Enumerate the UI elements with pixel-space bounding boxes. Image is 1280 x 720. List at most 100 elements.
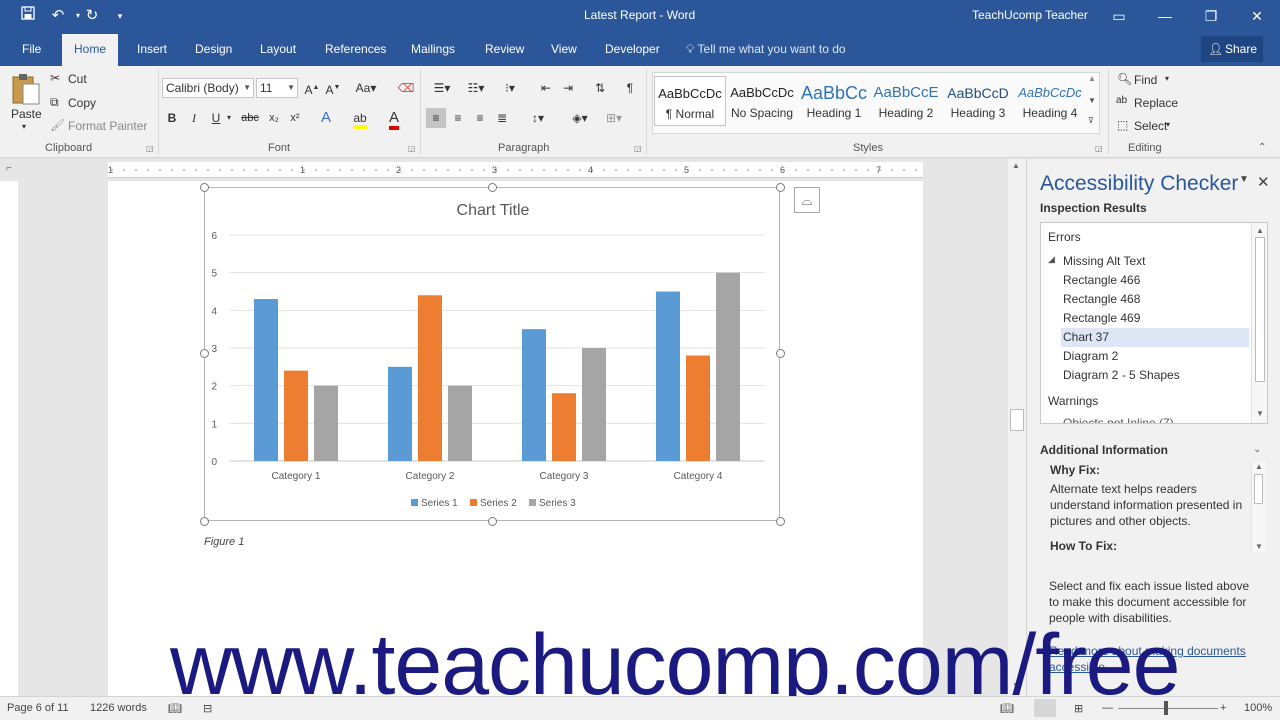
underline-dropdown-icon[interactable]: ▾ — [224, 108, 234, 128]
clipboard-launcher-icon[interactable]: ◲ — [146, 144, 154, 153]
change-case-icon[interactable]: Aa▾ — [352, 78, 380, 98]
save-icon[interactable] — [16, 4, 40, 28]
tab-review[interactable]: Review — [485, 42, 524, 56]
list-item[interactable]: Rectangle 466 — [1063, 273, 1140, 287]
copy-button[interactable]: Copy — [68, 96, 96, 110]
user-name[interactable]: TeachUcomp Teacher — [972, 8, 1088, 22]
paragraph-launcher-icon[interactable]: ◲ — [634, 144, 642, 153]
redo-icon[interactable]: ↻ — [80, 4, 104, 28]
list-item[interactable]: Rectangle 468 — [1063, 292, 1140, 306]
vertical-scrollbar[interactable]: ▲ ▼ — [1008, 159, 1026, 696]
find-dropdown-icon[interactable]: ▾ — [1165, 74, 1169, 83]
horizontal-ruler[interactable]: 1 1 2 3 4 5 6 7 — [108, 162, 923, 178]
strikethrough-icon[interactable]: abc — [240, 108, 260, 128]
list-item-selected[interactable]: Chart 37 — [1061, 328, 1249, 347]
macro-record-icon[interactable]: ⊟ — [203, 702, 212, 715]
scroll-thumb[interactable] — [1010, 409, 1024, 431]
borders-icon[interactable]: ⊞▾ — [600, 108, 628, 128]
tab-design[interactable]: Design — [195, 42, 232, 56]
resize-handle[interactable] — [200, 183, 209, 192]
list-item-partial[interactable]: Objects not Inline (7) — [1063, 416, 1174, 423]
collapse-ribbon-icon[interactable]: ⌃ — [1258, 142, 1266, 153]
proofing-icon[interactable]: 📖︎ — [168, 702, 182, 715]
scroll-up-icon[interactable]: ▲ — [1255, 462, 1263, 471]
ribbon-display-icon[interactable]: ▭ — [1096, 0, 1142, 32]
figure-caption[interactable]: Figure 1 — [204, 536, 244, 548]
resize-handle[interactable] — [488, 183, 497, 192]
scroll-down-icon[interactable]: ▼ — [1256, 409, 1264, 418]
resize-handle[interactable] — [200, 349, 209, 358]
scroll-up-icon[interactable]: ▲ — [1012, 161, 1020, 170]
vertical-ruler[interactable] — [0, 181, 18, 696]
collapse-triangle-icon[interactable]: ◢ — [1048, 254, 1055, 265]
style-heading-1[interactable]: AaBbCc Heading 1 — [798, 76, 870, 126]
multilevel-list-icon[interactable]: ⁝▾ — [496, 78, 524, 98]
align-right-icon[interactable]: ≡ — [470, 108, 490, 128]
subscript-icon[interactable]: x₂ — [264, 108, 284, 128]
info-scrollbar[interactable]: ▲ ▼ — [1251, 462, 1265, 552]
font-launcher-icon[interactable]: ◲ — [408, 144, 416, 153]
chevron-down-icon[interactable]: ⌄ — [1253, 444, 1261, 455]
scroll-down-icon[interactable]: ▼ — [1255, 542, 1263, 551]
highlight-icon[interactable]: ab — [350, 108, 370, 129]
minimize-button[interactable]: — — [1142, 0, 1188, 32]
styles-scroll-up-icon[interactable]: ▲ — [1088, 74, 1096, 83]
zoom-out-icon[interactable]: — — [1102, 702, 1113, 714]
zoom-slider-thumb[interactable] — [1164, 701, 1168, 715]
increase-indent-icon[interactable]: ⇥ — [558, 78, 578, 98]
paste-button[interactable]: Paste — [11, 107, 42, 121]
shading-icon[interactable]: ◈▾ — [566, 108, 594, 128]
list-item[interactable]: Rectangle 469 — [1063, 311, 1140, 325]
resize-handle[interactable] — [776, 183, 785, 192]
styles-more-icon[interactable]: ⊽ — [1088, 116, 1094, 125]
clear-formatting-icon[interactable]: ⌫ — [396, 78, 416, 98]
find-button[interactable]: Find — [1134, 73, 1157, 87]
select-dropdown-icon[interactable]: ▾ — [1166, 120, 1170, 129]
align-left-icon[interactable]: ≡ — [426, 108, 446, 128]
tab-references[interactable]: References — [325, 42, 386, 56]
chart-svg[interactable]: Chart Title 0 1 2 3 4 5 6 Category 1 Category 2 Ca… — [205, 188, 781, 522]
resize-handle[interactable] — [200, 517, 209, 526]
tab-file[interactable]: File — [22, 42, 41, 56]
resize-handle[interactable] — [776, 517, 785, 526]
results-scrollbar[interactable]: ▲ ▼ — [1251, 223, 1267, 423]
bullets-icon[interactable]: ☰▾ — [428, 78, 456, 98]
missing-alt-text-group[interactable]: Missing Alt Text — [1063, 254, 1145, 268]
styles-scroll-down-icon[interactable]: ▼ — [1088, 96, 1096, 105]
resize-handle[interactable] — [776, 349, 785, 358]
underline-icon[interactable]: U — [206, 108, 226, 128]
close-button[interactable]: ✕ — [1234, 0, 1280, 32]
font-size-combo[interactable]: 11 ▼ — [256, 78, 298, 98]
scroll-thumb[interactable] — [1254, 474, 1263, 504]
shrink-font-icon[interactable]: A▼ — [323, 78, 343, 98]
tell-me-search[interactable]: 💡︎ Tell me what you want to do — [686, 42, 846, 57]
pane-close-icon[interactable]: ✕ — [1257, 173, 1270, 191]
style-heading-4[interactable]: AaBbCcDc Heading 4 — [1014, 76, 1086, 126]
line-spacing-icon[interactable]: ↕▾ — [524, 108, 552, 128]
print-layout-icon[interactable] — [1034, 699, 1056, 717]
web-layout-icon[interactable]: ⊞ — [1074, 702, 1083, 715]
list-item[interactable]: Diagram 2 - 5 Shapes — [1063, 368, 1180, 382]
list-item[interactable]: Diagram 2 — [1063, 349, 1118, 363]
font-color-icon[interactable]: A — [384, 108, 404, 130]
sort-icon[interactable]: ⇅ — [590, 78, 610, 98]
align-center-icon[interactable]: ≡ — [448, 108, 468, 128]
superscript-icon[interactable]: x² — [285, 108, 305, 128]
justify-icon[interactable]: ≣ — [492, 108, 512, 128]
text-effects-icon[interactable]: A — [316, 108, 336, 128]
cut-button[interactable]: Cut — [68, 72, 87, 86]
zoom-level[interactable]: 100% — [1244, 702, 1272, 714]
zoom-slider[interactable] — [1118, 708, 1218, 709]
tab-selector-icon[interactable]: ⌐ — [6, 163, 12, 174]
tab-developer[interactable]: Developer — [605, 42, 660, 56]
share-button[interactable]: 👤︎ Share — [1201, 36, 1263, 62]
read-mode-icon[interactable]: 📖︎ — [1000, 702, 1014, 715]
decrease-indent-icon[interactable]: ⇤ — [536, 78, 556, 98]
style-normal[interactable]: AaBbCcDc ¶ Normal — [654, 76, 726, 126]
numbering-icon[interactable]: ☷▾ — [462, 78, 490, 98]
tab-insert[interactable]: Insert — [137, 42, 167, 56]
pane-options-icon[interactable]: ▼ — [1239, 174, 1249, 185]
tab-home[interactable]: Home — [62, 34, 119, 66]
scroll-up-icon[interactable]: ▲ — [1256, 226, 1264, 235]
restore-button[interactable]: ❐ — [1188, 0, 1234, 32]
